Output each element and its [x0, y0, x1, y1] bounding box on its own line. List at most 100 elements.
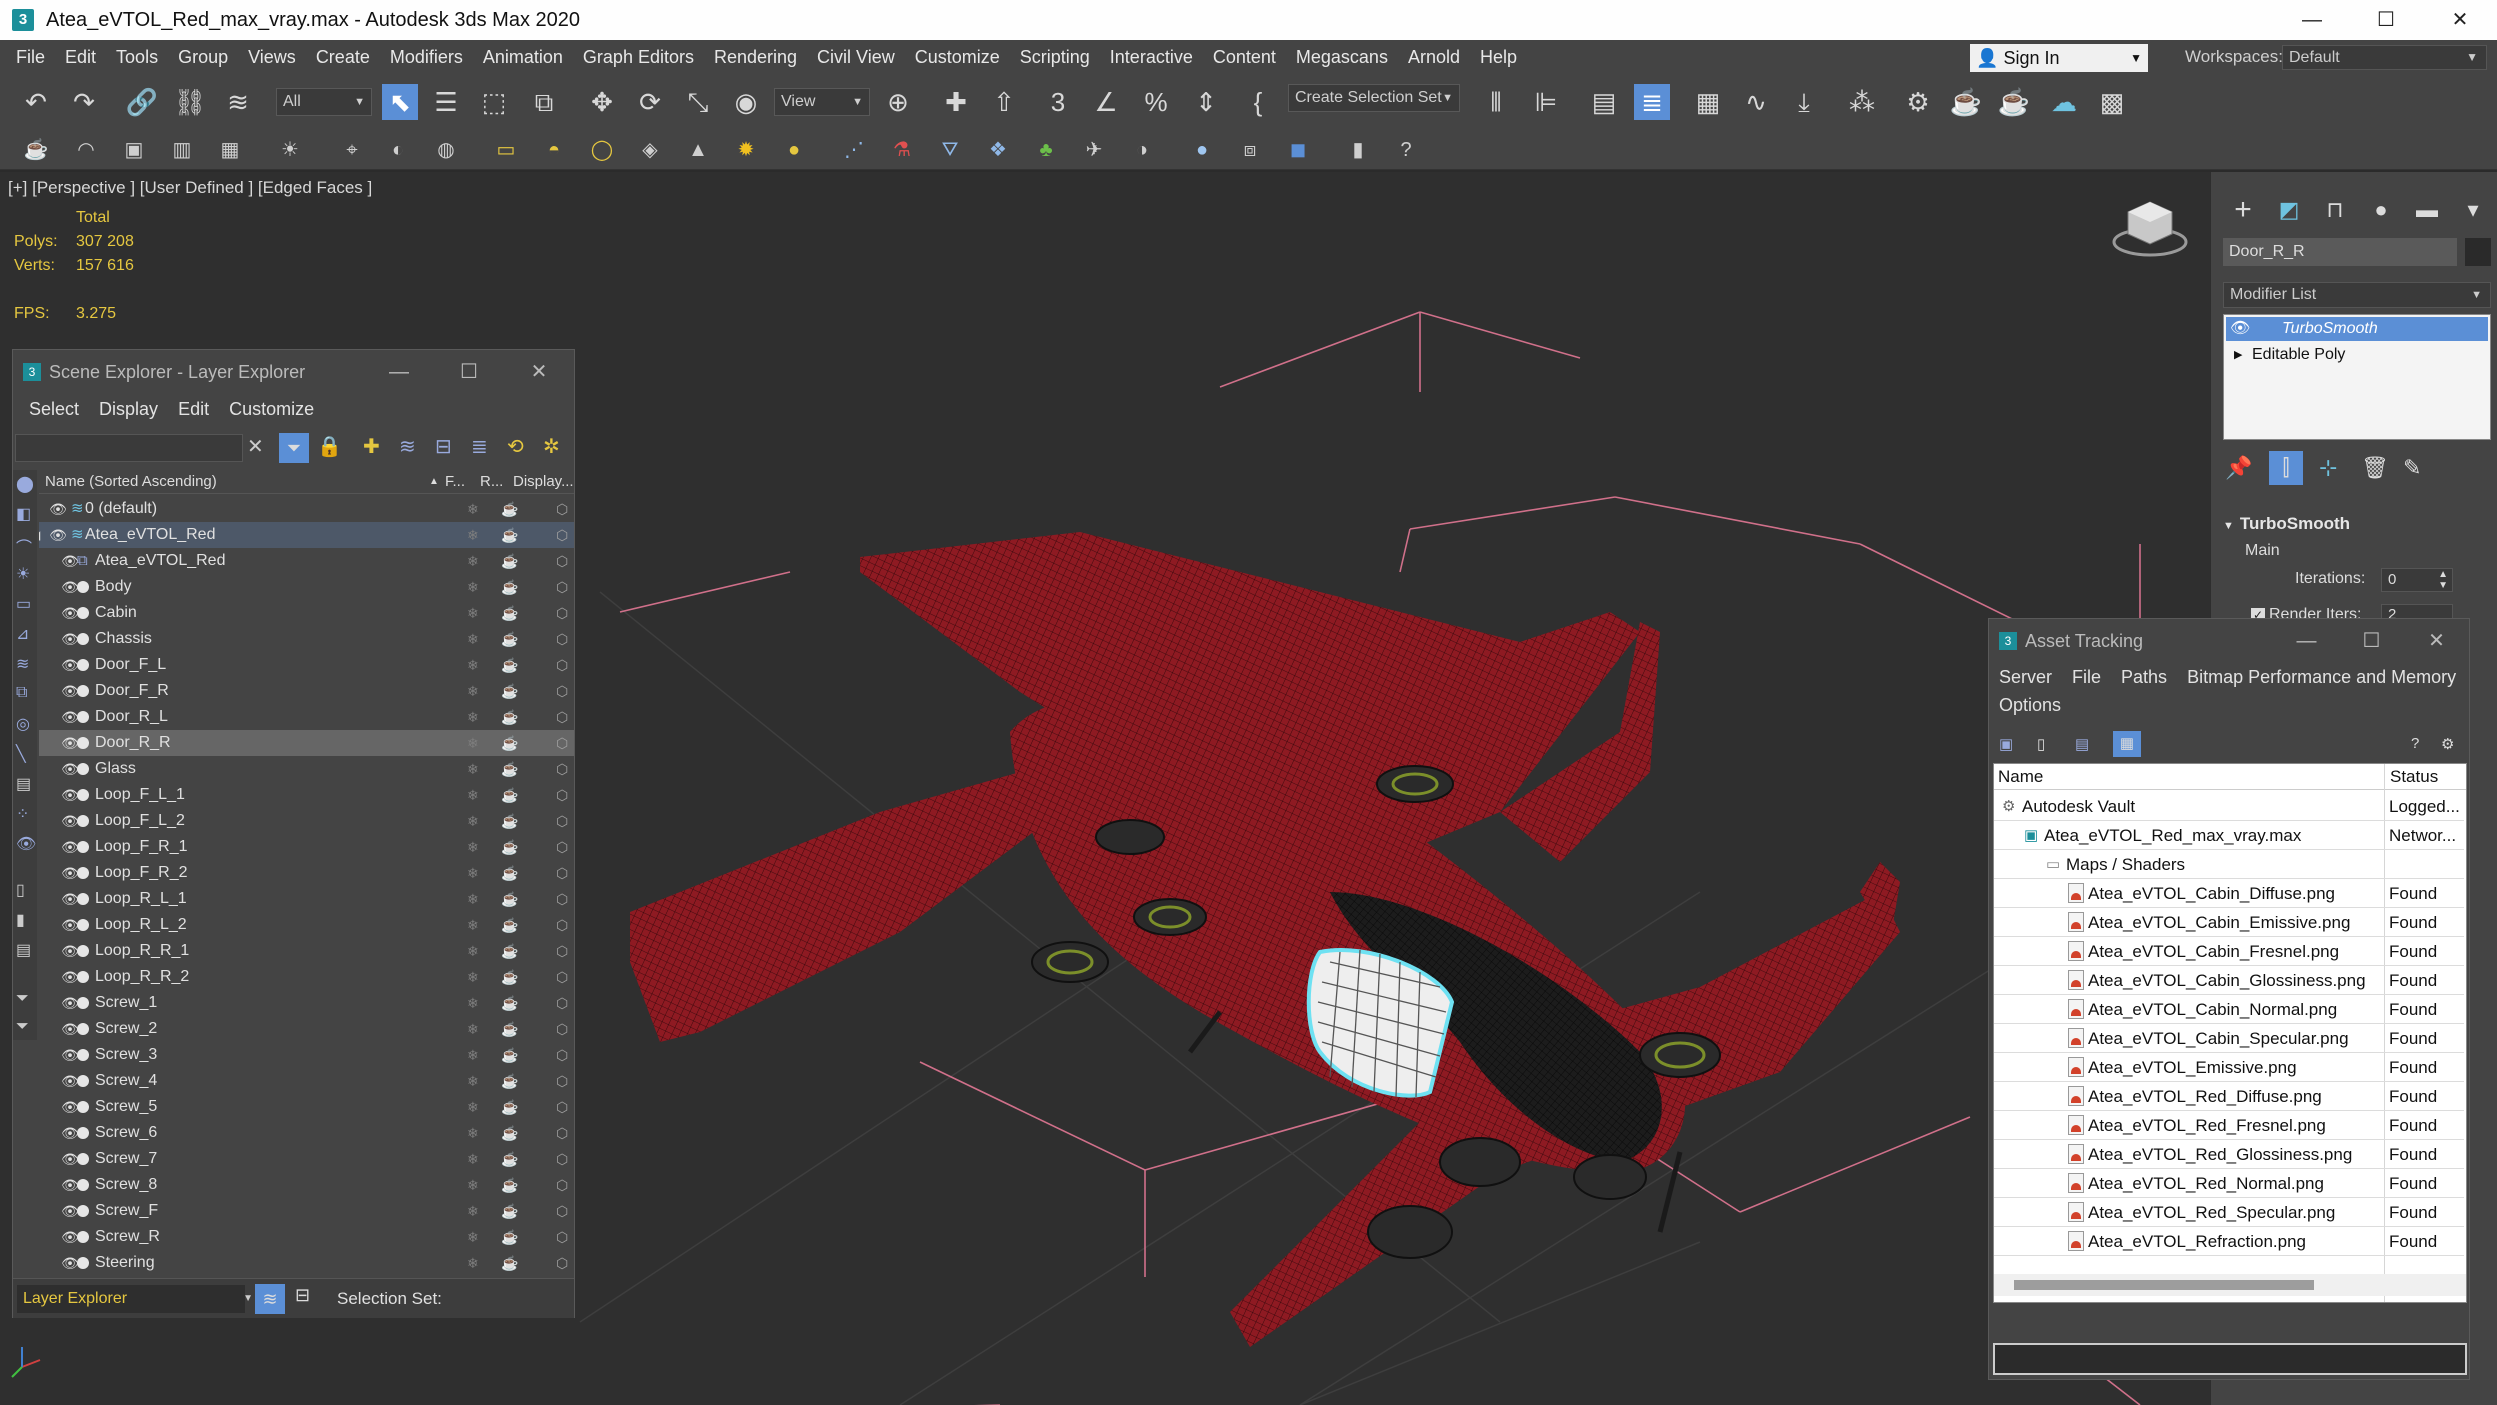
column-name-header[interactable]: Name (Sorted Ascending) [45, 470, 217, 494]
close-button[interactable]: ✕ [2404, 619, 2469, 663]
menu-graph-editors[interactable]: Graph Editors [573, 47, 704, 68]
renderable-icon[interactable]: ☕ [501, 756, 518, 782]
renderable-icon[interactable]: ☕ [501, 1120, 518, 1146]
display-mode-icon[interactable]: ⬡ [556, 912, 568, 938]
particles-filter-icon[interactable]: ⁘ [16, 804, 29, 824]
make-unique-icon[interactable]: ⊹ [2319, 455, 2349, 481]
renderable-icon[interactable]: ☕ [501, 600, 518, 626]
geometry-filter-icon[interactable]: ◧ [16, 504, 31, 524]
spinner-snap-icon[interactable]: ⇕ [1188, 84, 1224, 120]
toggle-layer-explorer-icon[interactable]: ≣ [1634, 84, 1670, 120]
utilities-tab-icon[interactable]: ▾ [2455, 197, 2491, 223]
containers-filter-icon[interactable]: ▤ [16, 774, 31, 794]
vray-toggle-icon[interactable]: ◼ [1284, 136, 1312, 164]
expand-arrow-icon[interactable]: ◢ [39, 522, 40, 548]
freeze-icon[interactable]: ❄ [467, 626, 479, 652]
motion-tab-icon[interactable]: ● [2363, 197, 2399, 223]
vray-plant-icon[interactable]: ♣ [1032, 136, 1060, 164]
object-color-swatch[interactable] [2465, 238, 2491, 266]
percent-snap-icon[interactable]: % [1138, 84, 1174, 120]
renderable-icon[interactable]: ☕ [501, 1068, 518, 1094]
menu-interactive[interactable]: Interactive [1100, 47, 1203, 68]
close-button[interactable]: ✕ [504, 350, 574, 394]
display-mode-icon[interactable]: ⬡ [556, 1172, 568, 1198]
visibility-filter-icon[interactable]: 👁 [16, 834, 36, 854]
asset-row[interactable]: Atea_eVTOL_Cabin_Glossiness.png Found [1994, 966, 2464, 995]
minimize-button[interactable]: — [2274, 619, 2339, 663]
layer-row[interactable]: 👁 Screw_2 ❄ ☕ ⬡ [39, 1016, 574, 1042]
renderable-icon[interactable]: ☕ [501, 496, 518, 522]
display-mode-icon[interactable]: ⬡ [556, 1120, 568, 1146]
layer-row[interactable]: 👁 Cabin ❄ ☕ ⬡ [39, 600, 574, 626]
layer-row[interactable]: 👁 Screw_1 ❄ ☕ ⬡ [39, 990, 574, 1016]
filter-icon[interactable]: ⏷ [279, 433, 309, 463]
column-name-header[interactable]: Name [1998, 764, 2043, 790]
edit-named-selection-icon[interactable]: { [1240, 84, 1276, 120]
freeze-icon[interactable]: ❄ [467, 964, 479, 990]
eye-icon[interactable]: 👁 [49, 496, 67, 522]
horizontal-scrollbar[interactable] [1994, 1274, 2466, 1296]
sphere-wire-icon[interactable]: ◠ [72, 136, 100, 164]
freeze-icon[interactable]: ❄ [467, 834, 479, 860]
menu-options[interactable]: Options [1989, 691, 2071, 719]
list-view-icon[interactable]: ▯ [2037, 735, 2045, 753]
workspace-dropdown[interactable]: Default ▼ [2282, 45, 2487, 70]
redo-icon[interactable]: ↷ [66, 84, 102, 120]
vray-sun-icon[interactable]: ✹ [732, 136, 760, 164]
menu-views[interactable]: Views [238, 47, 306, 68]
add-to-layer-icon[interactable]: ≋ [399, 434, 416, 459]
modifier-list-dropdown[interactable]: Modifier List ▼ [2223, 282, 2491, 308]
material-editor-icon[interactable]: ⁂ [1844, 84, 1880, 120]
layer-row[interactable]: 👁 Loop_R_L_1 ❄ ☕ ⬡ [39, 886, 574, 912]
spacewarp-icon[interactable]: ◍ [432, 136, 460, 164]
menu-scripting[interactable]: Scripting [1010, 47, 1100, 68]
renderable-icon[interactable]: ☕ [501, 1198, 518, 1224]
renderable-icon[interactable]: ☕ [501, 574, 518, 600]
bones-filter-icon[interactable]: ╲ [16, 744, 26, 764]
renderable-icon[interactable]: ☕ [501, 808, 518, 834]
asset-row[interactable]: Atea_eVTOL_Red_Specular.png Found [1994, 1198, 2464, 1227]
display-mode-icon[interactable]: ⬡ [556, 652, 568, 678]
eye-icon[interactable]: 👁 [49, 522, 67, 548]
menu-file[interactable]: File [2062, 663, 2111, 691]
renderable-icon[interactable]: ☕ [501, 704, 518, 730]
select-by-name-icon[interactable]: ☰ [428, 84, 464, 120]
filter-funnel-icon[interactable]: ⏷ [16, 990, 29, 1008]
selected-filter-icon[interactable]: ⏷ [16, 1018, 29, 1036]
plane-icon[interactable]: ▦ [216, 136, 244, 164]
freeze-icon[interactable]: ❄ [467, 1016, 479, 1042]
spacewarps-filter-icon[interactable]: ≋ [16, 654, 29, 674]
maximize-button[interactable]: ☐ [2349, 0, 2423, 40]
asset-row[interactable]: Atea_eVTOL_Cabin_Normal.png Found [1994, 995, 2464, 1024]
vray-fur-icon[interactable]: ⋰ [840, 136, 868, 164]
menu-rendering[interactable]: Rendering [704, 47, 807, 68]
stack-item-editable-poly[interactable]: ▶ Editable Poly [2226, 343, 2488, 367]
freeze-icon[interactable]: ❄ [467, 808, 479, 834]
create-tab-icon[interactable]: + [2225, 193, 2261, 227]
display-mode-icon[interactable]: ⬡ [556, 808, 568, 834]
layer-row[interactable]: 👁 Loop_R_R_2 ❄ ☕ ⬡ [39, 964, 574, 990]
display-mode-icon[interactable]: ⬡ [556, 756, 568, 782]
vray-light-lister-icon[interactable]: ◑ [1128, 136, 1156, 164]
select-object-icon[interactable]: ⬉ [382, 84, 418, 120]
helpers-filter-icon[interactable]: ⊿ [16, 624, 29, 644]
reference-coord-dropdown[interactable]: View ▼ [774, 88, 870, 116]
freeze-icon[interactable]: ❄ [467, 730, 479, 756]
renderable-icon[interactable]: ☕ [501, 1250, 518, 1276]
toggle-ribbon-icon[interactable]: ▦ [1690, 84, 1726, 120]
schematic-view-icon[interactable]: ⤓ [1786, 84, 1822, 120]
display-mode-icon[interactable]: ⬡ [556, 600, 568, 626]
menu-animation[interactable]: Animation [473, 47, 573, 68]
freeze-icon[interactable]: ❄ [467, 678, 479, 704]
refresh-icon[interactable]: ▣ [1999, 735, 2013, 753]
freeze-icon[interactable]: ❄ [467, 1172, 479, 1198]
renderable-icon[interactable]: ☕ [501, 1146, 518, 1172]
asset-row[interactable]: ▭ Maps / Shaders [1994, 850, 2464, 879]
freeze-icon[interactable]: ❄ [467, 522, 479, 548]
cameras-filter-icon[interactable]: ▭ [16, 594, 31, 614]
display-mode-icon[interactable]: ⬡ [556, 1094, 568, 1120]
freeze-icon[interactable]: ❄ [467, 990, 479, 1016]
freeze-icon[interactable]: ❄ [467, 782, 479, 808]
table-view-icon[interactable]: ▦ [2113, 731, 2141, 757]
freeze-icon[interactable]: ❄ [467, 548, 479, 574]
